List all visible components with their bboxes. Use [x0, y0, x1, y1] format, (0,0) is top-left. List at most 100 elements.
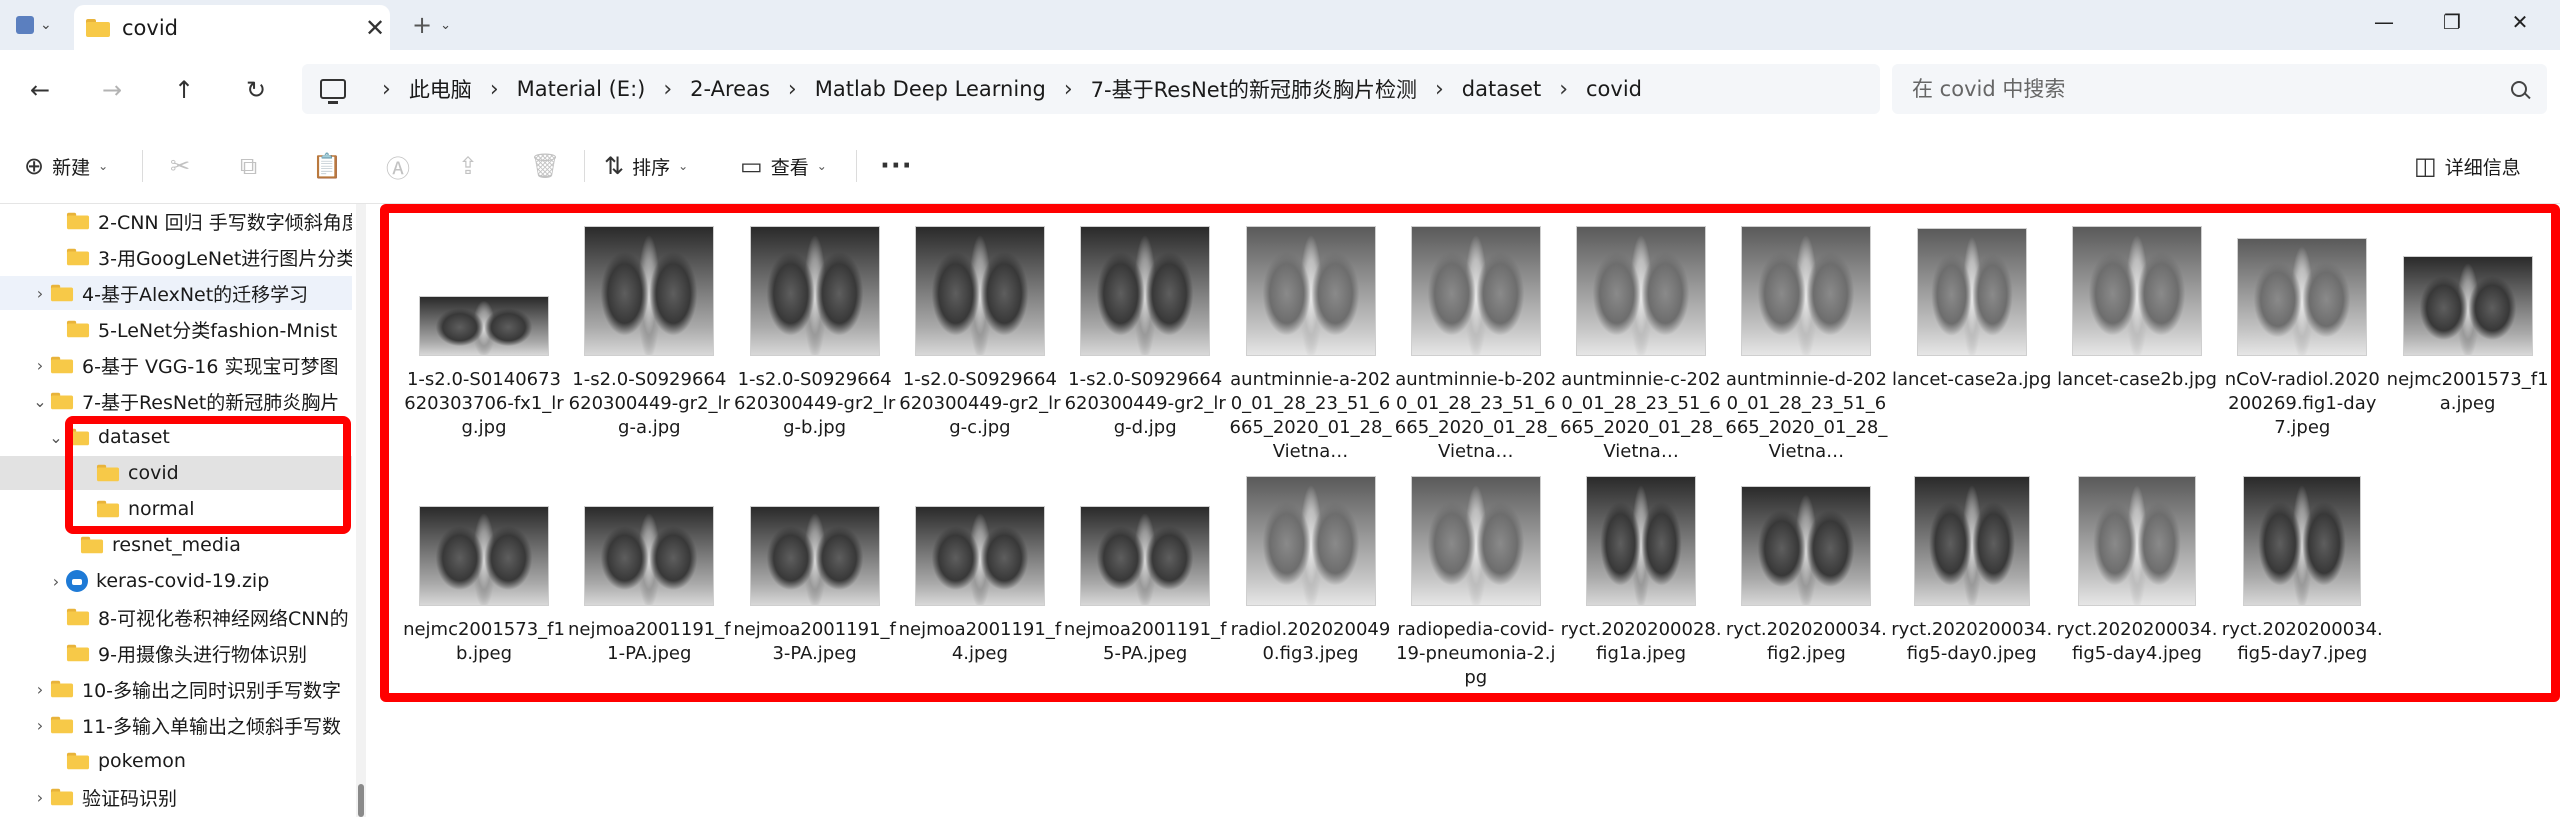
- sidebar-item[interactable]: › keras-covid-19.zip: [0, 564, 352, 598]
- breadcrumb-separator-icon[interactable]: ›: [1559, 77, 1568, 102]
- chevron-down-icon[interactable]: ⌄: [46, 428, 66, 447]
- breadcrumb-separator-icon[interactable]: ›: [1064, 77, 1073, 102]
- file-item[interactable]: ryct.2020200034.fig5-day4.jpeg: [2055, 470, 2219, 666]
- minimize-button[interactable]: —: [2350, 0, 2418, 44]
- sidebar-item[interactable]: 2-CNN 回归 手写数字倾斜角度: [0, 204, 352, 238]
- chevron-right-icon[interactable]: ›: [30, 284, 50, 303]
- file-item[interactable]: nejmc2001573_f1a.jpeg: [2386, 220, 2550, 416]
- details-button[interactable]: ◫ 详细信息: [2414, 147, 2521, 185]
- file-item[interactable]: auntminnie-c-2020_01_28_23_51_6665_2020_…: [1559, 220, 1723, 464]
- file-item[interactable]: auntminnie-b-2020_01_28_23_51_6665_2020_…: [1394, 220, 1558, 464]
- file-item[interactable]: nejmoa2001191_f3-PA.jpeg: [733, 470, 897, 666]
- sort-button[interactable]: ⇅ 排序 ⌄: [604, 147, 688, 185]
- file-item[interactable]: auntminnie-d-2020_01_28_23_51_6665_2020_…: [1724, 220, 1888, 464]
- breadcrumb-item[interactable]: covid: [1586, 77, 1642, 101]
- close-window-button[interactable]: ✕: [2486, 0, 2554, 44]
- breadcrumb-item[interactable]: 2-Areas: [690, 77, 770, 101]
- sidebar-item[interactable]: normal: [0, 492, 352, 526]
- file-item[interactable]: auntminnie-a-2020_01_28_23_51_6665_2020_…: [1229, 220, 1393, 464]
- file-item[interactable]: 1-s2.0-S0929664620300449-gr2_lrg-b.jpg: [733, 220, 897, 440]
- chevron-right-icon[interactable]: ›: [30, 680, 50, 699]
- file-item[interactable]: 1-s2.0-S0929664620300449-gr2_lrg-d.jpg: [1063, 220, 1227, 440]
- breadcrumb-separator-icon[interactable]: ›: [490, 77, 499, 102]
- breadcrumb-separator-icon[interactable]: ›: [382, 77, 391, 102]
- file-name: nejmc2001573_f1a.jpeg: [2386, 369, 2549, 414]
- sidebar-item[interactable]: resnet_media: [0, 528, 352, 562]
- file-item[interactable]: ryct.2020200034.fig2.jpeg: [1724, 470, 1888, 666]
- sidebar-scrollbar[interactable]: [356, 204, 366, 817]
- share-button[interactable]: ⇪: [458, 147, 478, 185]
- new-tab-button[interactable]: + ⌄: [412, 10, 472, 40]
- sidebar-item[interactable]: › 6-基于 VGG-16 实现宝可梦图: [0, 348, 352, 382]
- more-options-button[interactable]: ···: [880, 147, 913, 185]
- sidebar-item[interactable]: 5-LeNet分类fashion-Mnist: [0, 312, 352, 346]
- delete-button[interactable]: 🗑: [530, 147, 560, 185]
- sidebar-item[interactable]: › 11-多输入单输出之倾斜手写数: [0, 708, 352, 742]
- chevron-right-icon[interactable]: ›: [30, 356, 50, 375]
- file-item[interactable]: nejmoa2001191_f1-PA.jpeg: [567, 470, 731, 666]
- file-name: ryct.2020200034.fig5-day4.jpeg: [2056, 619, 2218, 664]
- sidebar-item[interactable]: ⌄ 7-基于ResNet的新冠肺炎胸片: [0, 384, 352, 418]
- breadcrumb-separator-icon[interactable]: ›: [1435, 77, 1444, 102]
- search-box[interactable]: [1892, 64, 2547, 114]
- back-button[interactable]: ←: [22, 72, 58, 108]
- sidebar-item[interactable]: 9-用摄像头进行物体识别: [0, 636, 352, 670]
- file-item[interactable]: ryct.2020200034.fig5-day7.jpeg: [2220, 470, 2384, 666]
- sidebar-item[interactable]: 3-用GoogLeNet进行图片分类: [0, 240, 352, 274]
- breadcrumb-item[interactable]: Matlab Deep Learning: [815, 77, 1046, 101]
- file-item[interactable]: ryct.2020200034.fig5-day0.jpeg: [1890, 470, 2054, 666]
- maximize-button[interactable]: ❐: [2418, 0, 2486, 44]
- search-input[interactable]: [1912, 77, 2511, 101]
- view-button[interactable]: ▭ 查看 ⌄: [740, 147, 827, 185]
- file-item[interactable]: 1-s2.0-S0140673620303706-fx1_lrg.jpg: [402, 220, 566, 440]
- file-name: auntminnie-a-2020_01_28_23_51_6665_2020_…: [1229, 369, 1392, 462]
- breadcrumb-separator-icon[interactable]: ›: [788, 77, 797, 102]
- breadcrumb-item[interactable]: Material (E:): [517, 77, 646, 101]
- new-button[interactable]: ⊕ 新建 ⌄: [24, 147, 108, 185]
- sidebar-item[interactable]: › 4-基于AlexNet的迁移学习: [0, 276, 352, 310]
- address-bar[interactable]: › 此电脑 › Material (E:) › 2-Areas › Matlab Deep L…: [302, 64, 1880, 114]
- file-item[interactable]: nejmoa2001191_f4.jpeg: [898, 470, 1062, 666]
- sidebar-item[interactable]: › 10-多输出之同时识别手写数字: [0, 672, 352, 706]
- file-item[interactable]: nejmoa2001191_f5-PA.jpeg: [1063, 470, 1227, 666]
- sidebar-item[interactable]: pokemon: [0, 744, 352, 778]
- breadcrumb-item[interactable]: 7-基于ResNet的新冠肺炎胸片检测: [1091, 74, 1417, 104]
- rename-button[interactable]: Ⓐ: [386, 147, 410, 185]
- copy-button[interactable]: ⧉: [240, 147, 257, 185]
- file-item[interactable]: radiopedia-covid-19-pneumonia-2.jpg: [1394, 470, 1558, 690]
- file-item[interactable]: nejmc2001573_f1b.jpeg: [402, 470, 566, 666]
- search-icon[interactable]: [2511, 81, 2527, 97]
- cut-button[interactable]: ✂: [170, 147, 190, 185]
- forward-button[interactable]: →: [94, 72, 130, 108]
- rename-icon: Ⓐ: [386, 154, 410, 183]
- sidebar-item[interactable]: covid: [0, 456, 352, 490]
- file-item[interactable]: ryct.2020200028.fig1a.jpeg: [1559, 470, 1723, 666]
- breadcrumb-item[interactable]: dataset: [1462, 77, 1541, 101]
- image-thumbnail: [1913, 476, 2030, 606]
- sidebar-item[interactable]: › 验证码识别: [0, 780, 352, 814]
- sidebar-item[interactable]: 8-可视化卷积神经网络CNN的: [0, 600, 352, 634]
- refresh-button[interactable]: ↻: [238, 72, 274, 108]
- chevron-right-icon[interactable]: ›: [46, 572, 66, 591]
- chevron-down-icon[interactable]: ⌄: [30, 392, 50, 411]
- tab-covid[interactable]: covid ✕: [74, 5, 390, 50]
- sidebar-item[interactable]: ⌄ dataset: [0, 420, 352, 454]
- thumbnail-frame: [2055, 220, 2219, 360]
- sidebar-scroll-thumb[interactable]: [358, 784, 364, 817]
- folder-icon: [96, 500, 120, 518]
- app-menu-button[interactable]: ⌄: [10, 10, 64, 40]
- chevron-right-icon[interactable]: ›: [30, 788, 50, 807]
- file-item[interactable]: radiol.2020200490.fig3.jpeg: [1229, 470, 1393, 666]
- paste-button[interactable]: 📋: [312, 147, 342, 185]
- file-item[interactable]: nCoV-radiol.2020200269.fig1-day7.jpeg: [2220, 220, 2384, 440]
- file-name: 1-s2.0-S0929664620300449-gr2_lrg-d.jpg: [1064, 369, 1226, 438]
- close-tab-button[interactable]: ✕: [360, 14, 390, 42]
- up-button[interactable]: ↑: [166, 72, 202, 108]
- breadcrumb-item[interactable]: 此电脑: [409, 74, 472, 104]
- breadcrumb-separator-icon[interactable]: ›: [663, 77, 672, 102]
- file-item[interactable]: lancet-case2b.jpg: [2055, 220, 2219, 392]
- file-item[interactable]: lancet-case2a.jpg: [1890, 220, 2054, 392]
- file-item[interactable]: 1-s2.0-S0929664620300449-gr2_lrg-a.jpg: [567, 220, 731, 440]
- file-item[interactable]: 1-s2.0-S0929664620300449-gr2_lrg-c.jpg: [898, 220, 1062, 440]
- chevron-right-icon[interactable]: ›: [30, 716, 50, 735]
